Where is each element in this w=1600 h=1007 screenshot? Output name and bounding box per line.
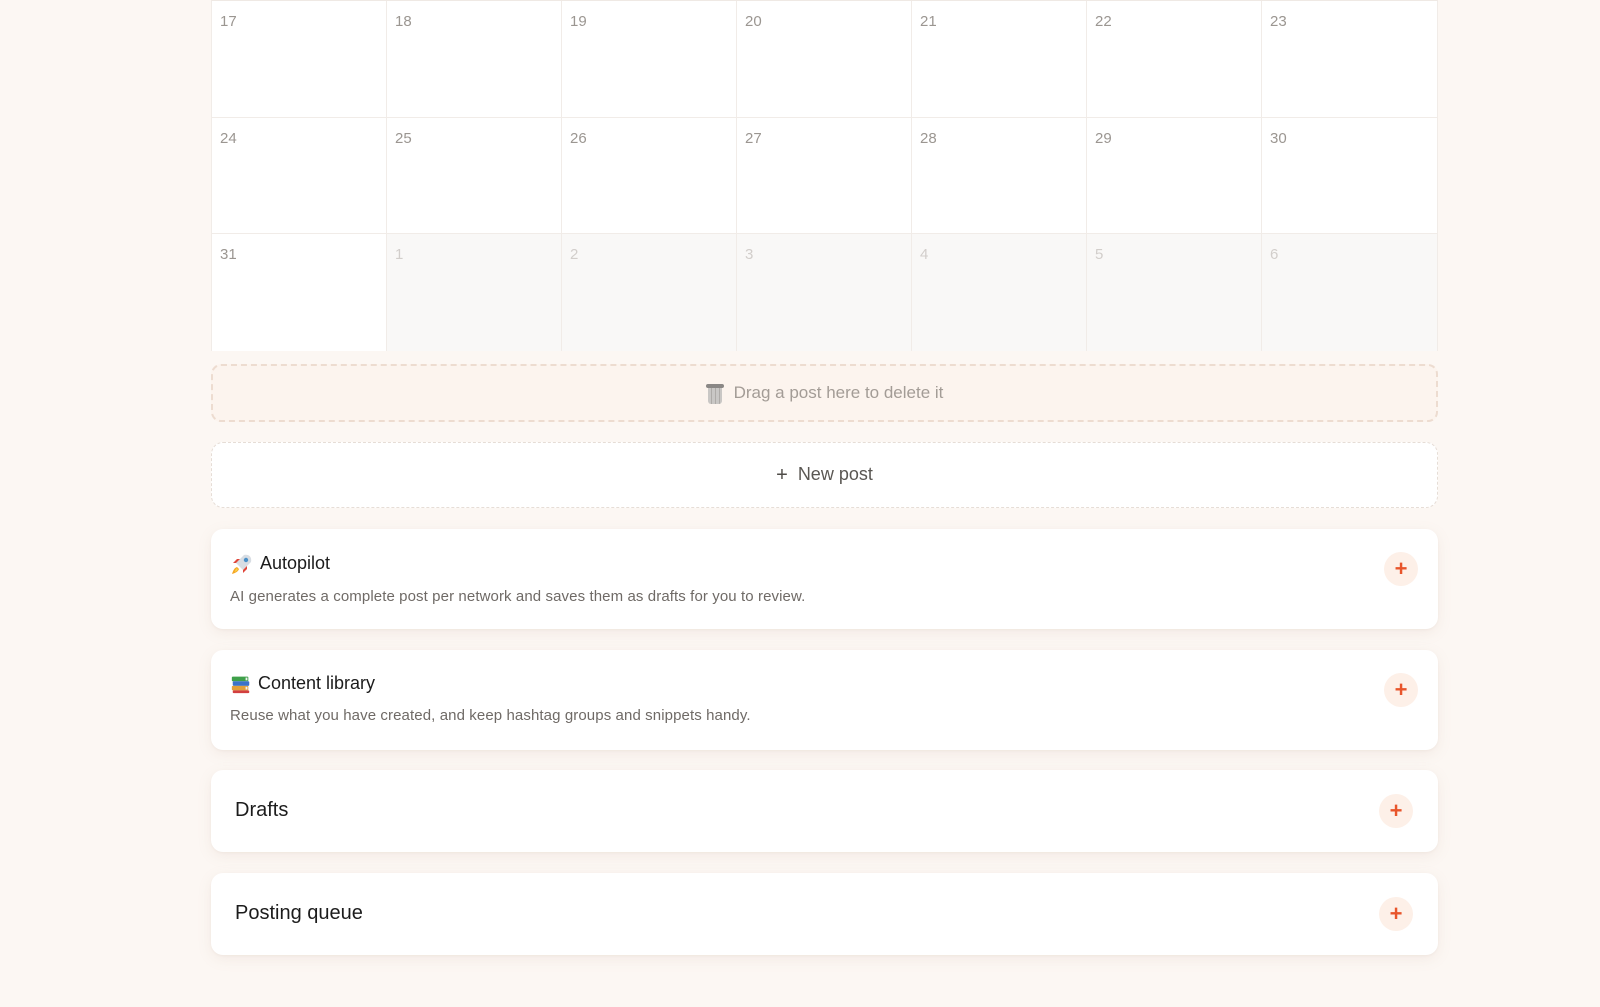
posting-queue-card[interactable]: Posting queue + — [211, 872, 1438, 955]
drafts-expand-button[interactable]: + — [1379, 793, 1413, 828]
calendar-day-next-month[interactable]: 6 — [1262, 234, 1437, 351]
content-library-title: Content library — [258, 673, 376, 694]
day-number: 29 — [1095, 129, 1112, 147]
day-number: 28 — [920, 129, 937, 147]
day-number: 27 — [745, 129, 762, 147]
calendar-day[interactable]: 17 — [212, 1, 387, 118]
new-post-button[interactable]: + New post — [211, 441, 1438, 508]
day-number: 3 — [745, 246, 754, 264]
calendar-day[interactable]: 27 — [737, 117, 912, 235]
calendar-day[interactable]: 29 — [1087, 117, 1262, 235]
day-number: 26 — [570, 129, 587, 147]
books-icon — [231, 676, 250, 693]
calendar-day-next-month[interactable]: 5 — [1087, 234, 1262, 351]
calendar-day[interactable]: 18 — [387, 1, 562, 118]
delete-drop-zone[interactable]: Drag a post here to delete it — [211, 363, 1438, 422]
plus-icon: + — [776, 463, 788, 486]
calendar-day[interactable]: 28 — [912, 117, 1087, 235]
day-number: 5 — [1095, 246, 1104, 264]
month-calendar: 17 18 19 20 21 22 23 24 25 26 27 28 29 3… — [211, 0, 1438, 351]
day-number: 2 — [570, 246, 579, 264]
day-number: 19 — [570, 13, 587, 30]
trash-icon — [705, 382, 724, 404]
day-number: 31 — [220, 246, 237, 264]
plus-icon: + — [1394, 676, 1408, 702]
calendar-day[interactable]: 31 — [212, 234, 387, 351]
drafts-card[interactable]: Drafts + — [211, 769, 1438, 852]
calendar-day[interactable]: 22 — [1087, 1, 1262, 118]
calendar-day[interactable]: 20 — [737, 1, 912, 118]
calendar-day-next-month[interactable]: 2 — [562, 234, 737, 351]
autopilot-description: AI generates a complete post per network… — [230, 587, 806, 605]
calendar-day[interactable]: 25 — [387, 117, 562, 235]
plus-icon: + — [1394, 555, 1408, 581]
calendar-day-next-month[interactable]: 3 — [737, 234, 912, 351]
page-content: 17 18 19 20 21 22 23 24 25 26 27 28 29 3… — [211, 0, 1438, 955]
content-library-description: Reuse what you have created, and keep ha… — [230, 706, 751, 724]
day-number: 24 — [220, 129, 237, 147]
day-number: 21 — [920, 13, 937, 30]
autopilot-title: Autopilot — [260, 553, 331, 574]
day-number: 25 — [395, 129, 412, 147]
autopilot-title-row: Autopilot — [230, 552, 1419, 576]
rocket-icon — [232, 554, 252, 574]
plus-icon: + — [1389, 900, 1403, 926]
calendar-day-next-month[interactable]: 4 — [912, 234, 1087, 351]
content-library-card[interactable]: Content library Reuse what you have crea… — [211, 649, 1438, 750]
calendar-day[interactable]: 30 — [1262, 117, 1437, 235]
posting-queue-expand-button[interactable]: + — [1379, 896, 1413, 931]
day-number: 6 — [1270, 246, 1279, 264]
plus-icon: + — [1389, 797, 1403, 823]
drop-zone-label: Drag a post here to delete it — [733, 382, 944, 402]
content-library-title-row: Content library — [230, 673, 1419, 695]
day-number: 4 — [920, 246, 929, 264]
calendar-day[interactable]: 21 — [912, 1, 1087, 118]
autopilot-card[interactable]: Autopilot AI generates a complete post p… — [211, 528, 1438, 629]
day-number: 23 — [1270, 13, 1287, 30]
new-post-label: New post — [797, 464, 873, 485]
day-number: 30 — [1270, 129, 1287, 147]
day-number: 1 — [395, 246, 404, 264]
calendar-day[interactable]: 19 — [562, 1, 737, 118]
calendar-day[interactable]: 26 — [562, 117, 737, 235]
calendar-day-next-month[interactable]: 1 — [387, 234, 562, 351]
drafts-title: Drafts — [235, 799, 289, 822]
day-number: 22 — [1095, 13, 1112, 30]
calendar-day[interactable]: 23 — [1262, 1, 1437, 118]
posting-queue-title: Posting queue — [235, 902, 363, 925]
content-library-expand-button[interactable]: + — [1384, 672, 1418, 707]
autopilot-expand-button[interactable]: + — [1384, 551, 1418, 586]
day-number: 18 — [395, 13, 412, 30]
calendar-day[interactable]: 24 — [212, 117, 387, 235]
day-number: 17 — [220, 13, 237, 30]
day-number: 20 — [745, 13, 762, 30]
